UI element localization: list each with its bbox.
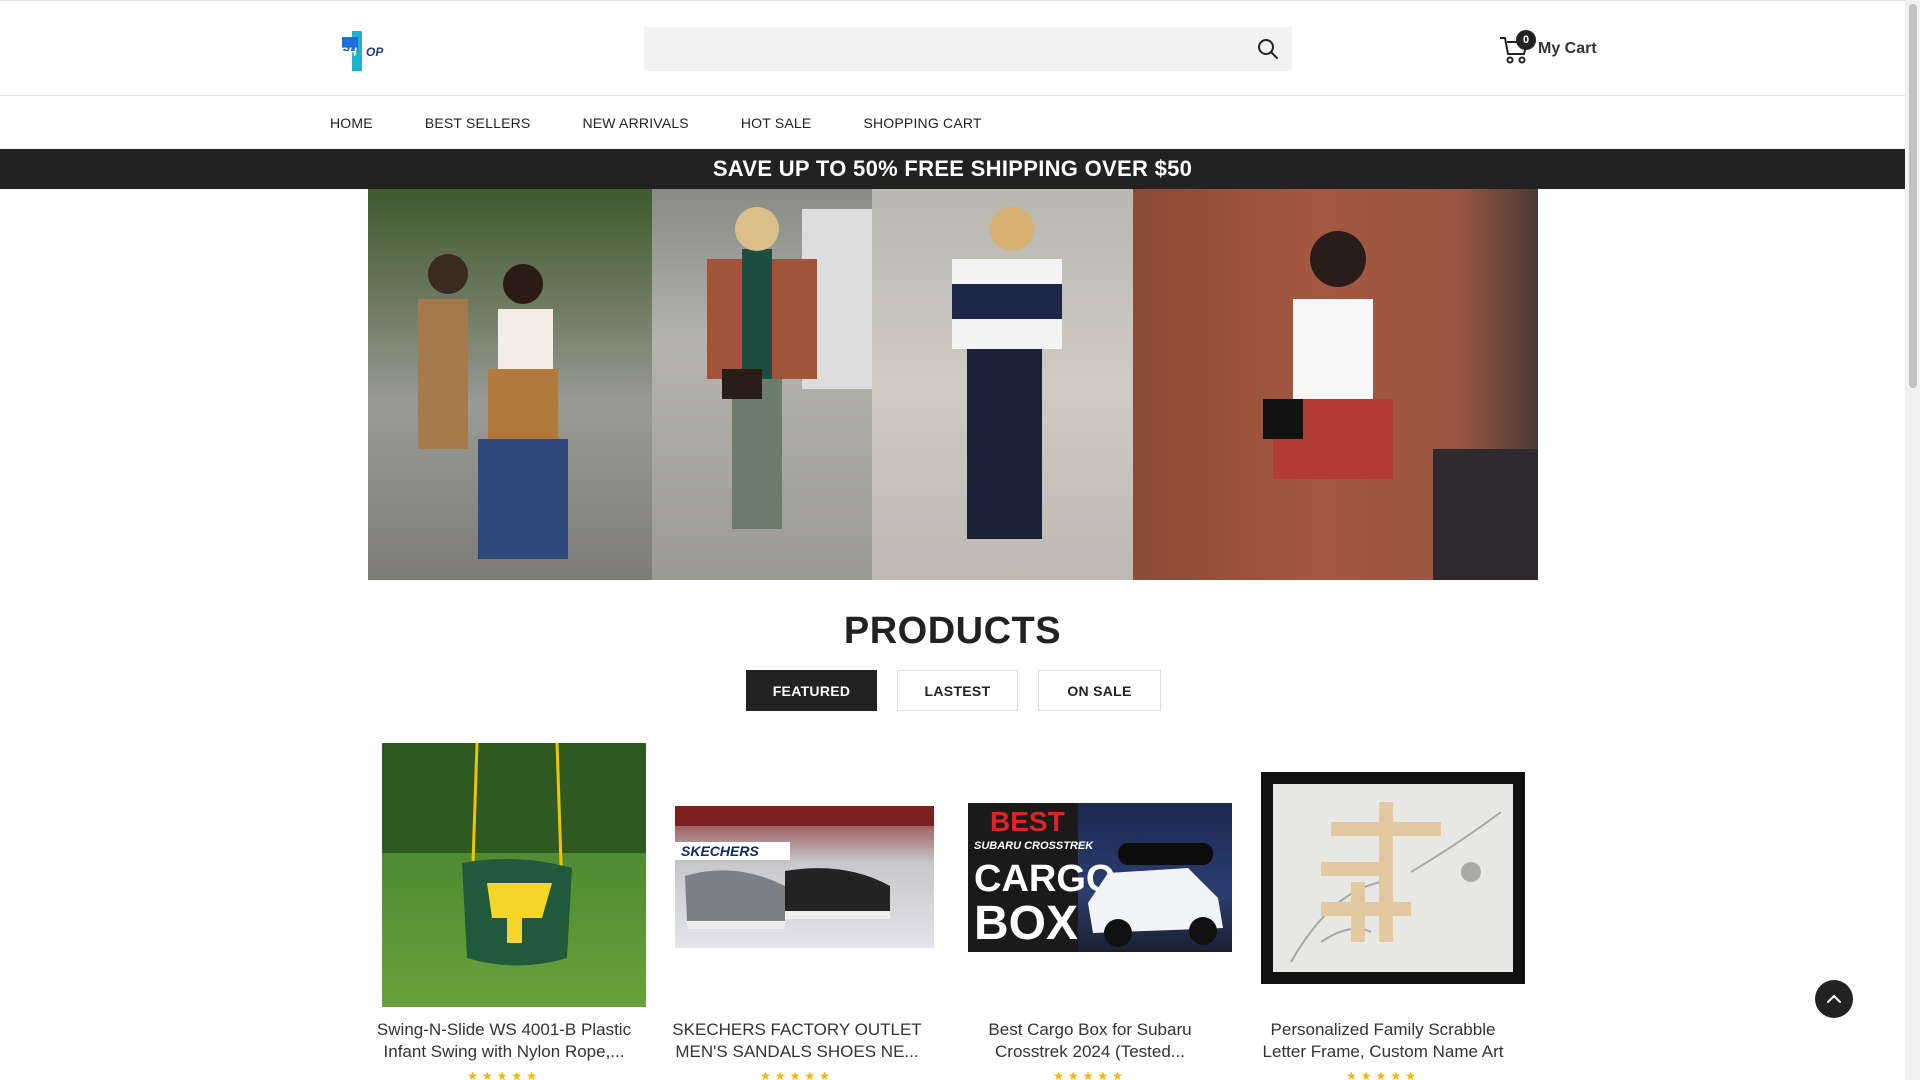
product-name[interactable]: Personalized Family Scrabble Letter Fram… [1247,1019,1519,1063]
hero-photo-striped-tee [872,189,1133,580]
product-name-line: Best Cargo Box for Subaru [988,1020,1192,1039]
product-name[interactable]: SKECHERS FACTORY OUTLET MEN'S SANDALS SH… [661,1019,933,1063]
cart-label[interactable]: My Cart [1538,40,1597,58]
scrollbar-thumb[interactable] [1909,4,1917,388]
product-tabs: FEATURED LASTEST ON SALE [746,670,1181,711]
hero-photo-plaid-poncho [652,189,872,580]
promo-banner: SAVE UP TO 50% FREE SHIPPING OVER $50 [0,149,1905,189]
product-name-line: SKECHERS FACTORY OUTLET [672,1020,922,1039]
product-name[interactable]: Best Cargo Box for Subaru Crosstrek 2024… [954,1019,1226,1063]
product-name-line: Crosstrek 2024 (Tested... [995,1042,1185,1061]
product-image-text: SUBARU CROSSTREK [974,840,1094,852]
site-header: SH OP 0 My Cart [0,0,1905,96]
nav-item-home[interactable]: HOME [330,115,373,131]
products-heading: PRODUCTS [843,610,1062,652]
cart-count-badge: 0 [1516,30,1536,50]
product-name[interactable]: Swing-N-Slide WS 4001-B Plastic Infant S… [368,1019,640,1063]
rating-stars: ★★★★★ [1346,1069,1420,1080]
back-to-top-button[interactable] [1815,980,1853,1018]
nav-item-hot-sale[interactable]: HOT SALE [741,115,812,131]
cart-link[interactable]: 0 My Cart [1498,29,1597,69]
product-grid: Swing-N-Slide WS 4001-B Plastic Infant S… [368,743,1538,1080]
tab-lastest[interactable]: LASTEST [897,670,1018,711]
product-image[interactable]: BEST SUBARU CROSSTREK CARGO BOX [968,803,1232,952]
rating-stars: ★★★★★ [1053,1069,1127,1080]
search-bar [644,27,1292,71]
product-name-line: Infant Swing with Nylon Rope,... [383,1042,625,1061]
tab-on-sale[interactable]: ON SALE [1038,670,1161,711]
rating-stars: ★★★★★ [760,1069,834,1080]
svg-text:OP: OP [366,45,384,59]
product-image[interactable]: SKECHERS [675,806,934,948]
product-name-line: MEN'S SANDALS SHOES NE... [675,1042,919,1061]
product-image-text: SKECHERS [681,843,759,859]
nav-item-new-arrivals[interactable]: NEW ARRIVALS [582,115,688,131]
hero-image-collage[interactable] [368,189,1538,580]
hero-photo-plaid-skirt [1133,189,1538,580]
product-image[interactable] [1261,772,1525,984]
chevron-up-icon [1827,994,1841,1003]
product-name-line: Letter Frame, Custom Name Art [1262,1042,1504,1061]
shop-logo[interactable]: SH OP [338,31,394,71]
nav-item-best-sellers[interactable]: BEST SELLERS [425,115,531,131]
product-image-text: BOX [974,897,1078,950]
product-image[interactable] [382,743,646,1007]
page-scrollbar[interactable] [1905,0,1920,1080]
main-nav: HOME BEST SELLERS NEW ARRIVALS HOT SALE … [0,96,1905,149]
product-image-text: BEST [990,806,1065,837]
rating-stars: ★★★★★ [467,1069,541,1080]
product-name-line: Personalized Family Scrabble [1270,1020,1496,1039]
search-input[interactable] [644,27,1234,71]
nav-item-shopping-cart[interactable]: SHOPPING CART [863,115,981,131]
cart-icon[interactable]: 0 [1498,30,1536,66]
product-name-line: Swing-N-Slide WS 4001-B Plastic [376,1020,632,1039]
tab-featured[interactable]: FEATURED [746,670,877,711]
svg-text:SH: SH [340,45,357,59]
search-icon[interactable] [1256,37,1280,61]
hero-photo-street-pair [368,189,652,580]
